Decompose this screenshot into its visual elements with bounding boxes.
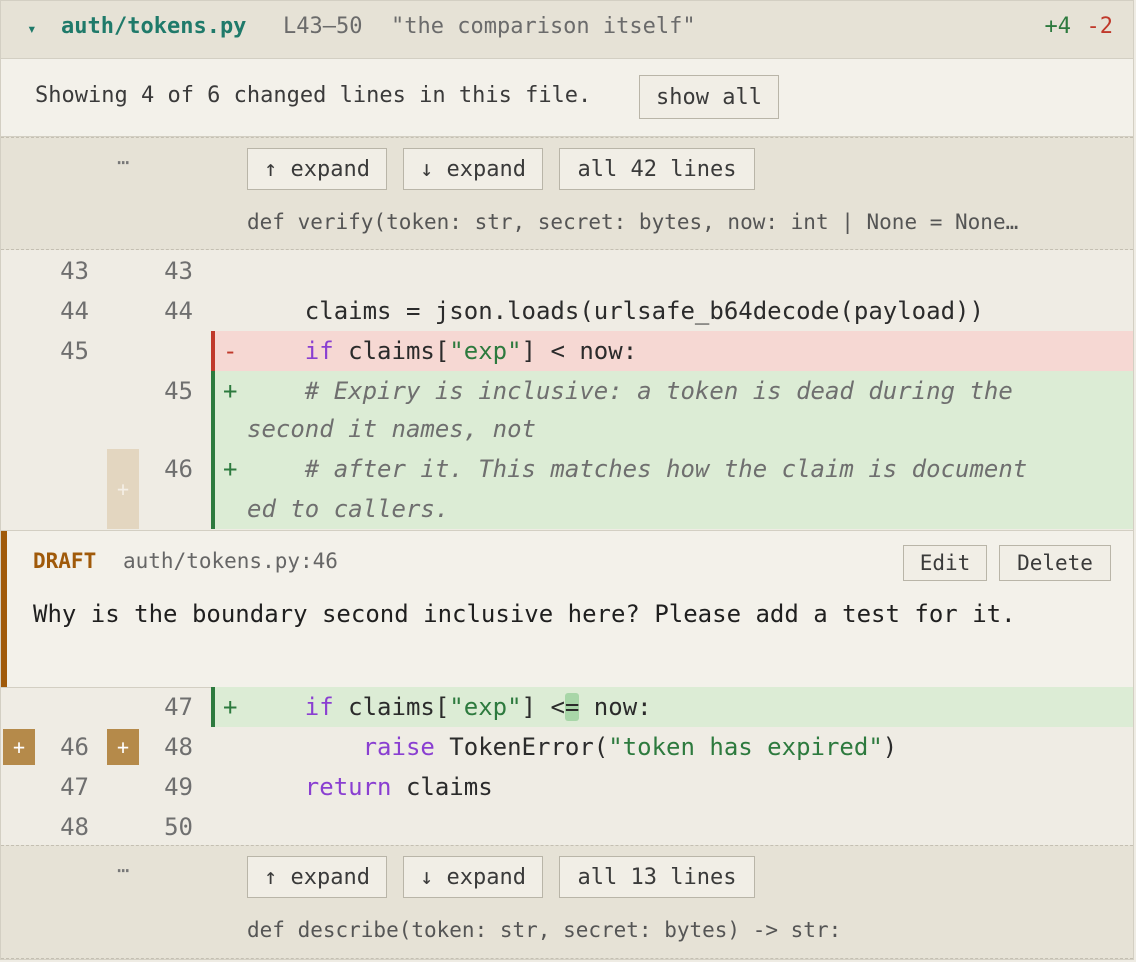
diff-line-context[interactable]: 47 49 return claims xyxy=(1,767,1133,807)
new-line-number: 47 xyxy=(164,693,193,721)
code-text: raise TokenError("token has expired") xyxy=(247,733,898,761)
new-line-number: 50 xyxy=(164,813,193,841)
old-line-number: 46 xyxy=(60,733,89,761)
diff-line-context[interactable]: 48 50 xyxy=(1,807,1133,845)
diff-line-context[interactable]: + + 46 48 raise TokenError("token has ex… xyxy=(1,727,1133,767)
code-text: if claims["exp"] < now: xyxy=(247,337,637,365)
diff-line-context[interactable]: 44 44 claims = json.loads(urlsafe_b64dec… xyxy=(1,291,1133,331)
code-part: ) xyxy=(882,733,898,761)
string-literal: "token has expired" xyxy=(608,733,883,761)
code-part: claims xyxy=(391,773,493,801)
expand-all-button[interactable]: all 13 lines xyxy=(559,856,755,898)
diff-line-addition[interactable]: + 46 + # after it. This matches how the … xyxy=(1,449,1133,529)
delete-button[interactable]: Delete xyxy=(999,545,1111,581)
comment-text: # Expiry is inclusive: a token is dead d… xyxy=(247,377,1013,405)
code-text: if claims["exp"] <= now: xyxy=(247,693,652,721)
expand-down-button[interactable]: ↓ expand xyxy=(403,148,543,190)
hunk-quote: "the comparison itself" xyxy=(391,14,696,39)
add-comment-plus-icon[interactable]: + xyxy=(107,449,139,529)
code-part: ] < now: xyxy=(521,337,638,365)
expand-up-button[interactable]: ↑ expand xyxy=(247,856,387,898)
new-line-number: 44 xyxy=(164,297,193,325)
diff-line-deletion[interactable]: 45 - if claims["exp"] < now: xyxy=(1,331,1133,371)
draft-location[interactable]: auth/tokens.py:46 xyxy=(123,549,338,573)
additions-count: +4 xyxy=(1044,14,1072,39)
expand-up-button[interactable]: ↑ expand xyxy=(247,148,387,190)
addition-marker: + xyxy=(223,455,238,483)
code-part: claims[ xyxy=(333,693,450,721)
comment-text-wrap: second it names, not xyxy=(247,415,536,443)
old-line-number: 43 xyxy=(60,257,89,285)
add-comment-old-plus-icon[interactable]: + xyxy=(3,729,35,765)
addition-bar xyxy=(211,687,215,727)
ellipsis-icon: ⋯ xyxy=(117,150,130,174)
ellipsis-icon: ⋯ xyxy=(117,858,130,882)
hunk-separator-bottom: ⋯ ↑ expand ↓ expand all 13 lines def des… xyxy=(1,845,1133,959)
line-range: L43–50 xyxy=(283,14,363,39)
diff-file-panel: ▾ auth/tokens.py L43–50 "the comparison … xyxy=(0,0,1134,960)
deletion-bar xyxy=(211,331,215,371)
new-line-number: 43 xyxy=(164,257,193,285)
collapse-caret-icon[interactable]: ▾ xyxy=(27,19,37,38)
hunk-signature: def verify(token: str, secret: bytes, no… xyxy=(247,210,1019,234)
deletions-count: -2 xyxy=(1086,14,1114,39)
partial-view-notice: Showing 4 of 6 changed lines in this fil… xyxy=(1,59,1133,137)
diff-line-context[interactable]: 43 43 xyxy=(1,251,1133,291)
expand-down-button[interactable]: ↓ expand xyxy=(403,856,543,898)
add-comment-new-plus-icon[interactable]: + xyxy=(107,729,139,765)
code-text: return claims xyxy=(247,773,493,801)
keyword: if xyxy=(304,337,334,365)
new-line-number: 45 xyxy=(164,377,193,405)
addition-bar xyxy=(211,449,215,529)
string-literal: "exp" xyxy=(449,337,522,365)
old-line-number: 47 xyxy=(60,773,89,801)
comment-text-wrap: ed to callers. xyxy=(247,495,450,523)
old-line-number: 45 xyxy=(60,337,89,365)
new-line-number: 46 xyxy=(164,455,193,483)
old-line-number: 44 xyxy=(60,297,89,325)
code-text: claims = json.loads(urlsafe_b64decode(pa… xyxy=(247,297,984,325)
addition-marker: + xyxy=(223,377,238,405)
draft-accent-bar xyxy=(1,531,7,687)
deletion-marker: - xyxy=(223,337,238,365)
keyword: raise xyxy=(362,733,435,761)
file-path[interactable]: auth/tokens.py xyxy=(61,14,246,39)
old-line-number: 48 xyxy=(60,813,89,841)
new-line-number: 48 xyxy=(164,733,193,761)
draft-badge: DRAFT xyxy=(33,549,97,573)
hunk-signature: def describe(token: str, secret: bytes) … xyxy=(247,918,842,942)
draft-comment: DRAFT auth/tokens.py:46 Edit Delete Why … xyxy=(1,530,1133,688)
file-header[interactable]: ▾ auth/tokens.py L43–50 "the comparison … xyxy=(1,1,1133,59)
hunk-separator-top: ⋯ ↑ expand ↓ expand all 42 lines def ver… xyxy=(1,137,1133,250)
diff-line-addition[interactable]: 47 + if claims["exp"] <= now: xyxy=(1,687,1133,727)
code-part: ] < xyxy=(521,693,565,721)
keyword: if xyxy=(304,693,334,721)
notice-text: Showing 4 of 6 changed lines in this fil… xyxy=(35,83,592,108)
addition-marker: + xyxy=(223,693,238,721)
code-part: claims[ xyxy=(333,337,450,365)
show-all-button[interactable]: show all xyxy=(639,75,779,119)
new-line-number: 49 xyxy=(164,773,193,801)
code-part: now: xyxy=(579,693,652,721)
expand-all-button[interactable]: all 42 lines xyxy=(559,148,755,190)
addition-bar xyxy=(211,371,215,449)
keyword: return xyxy=(304,773,392,801)
edit-button[interactable]: Edit xyxy=(903,545,987,581)
draft-comment-body: Why is the boundary second inclusive her… xyxy=(33,600,1016,628)
string-literal: "exp" xyxy=(449,693,522,721)
changed-char-highlight: = xyxy=(564,693,580,721)
comment-text: # after it. This matches how the claim i… xyxy=(247,455,1028,483)
diff-line-addition[interactable]: 45 + # Expiry is inclusive: a token is d… xyxy=(1,371,1133,449)
code-part: TokenError( xyxy=(434,733,609,761)
